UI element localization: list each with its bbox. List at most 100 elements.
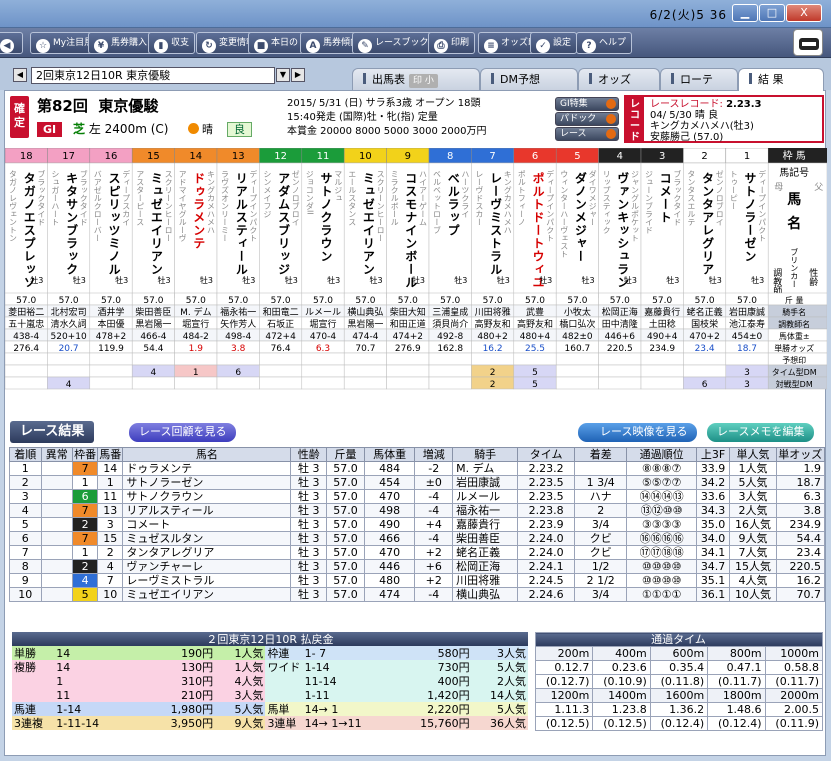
paddock-button[interactable]: パドック	[555, 112, 619, 126]
yosou-cell[interactable]	[131, 352, 175, 366]
tab-2[interactable]: オッズ	[578, 68, 660, 90]
maximize-button[interactable]: □	[759, 4, 785, 22]
results-header[interactable]: 上3F	[695, 447, 731, 462]
sire-name: ブラックタイド	[79, 169, 88, 226]
row-label-trainer_lbl: 調教師名	[778, 319, 810, 329]
race-video-button[interactable]: レース	[555, 127, 619, 141]
table-row[interactable]: 9 4 7 レーヴミストラル牡 3 57.0 480 +2 川田将雅 2.24.5 2 1/2 ⑩⑩…	[9, 573, 826, 588]
horse-name[interactable]: サトノラーゼン	[743, 172, 757, 263]
horse-name[interactable]: ベルラップ	[446, 172, 460, 237]
payout-row: 11 210円 3人気 1-11 1,420円 14人気	[12, 688, 528, 702]
horse-name[interactable]: ポルトドートウィユ	[531, 171, 545, 289]
table-row[interactable]: 4 7 13 リアルスティール牡 3 57.0 498 -4 福永祐一 2.23.8 2 ⑬⑫⑩⑩ 3…	[9, 503, 826, 518]
table-row[interactable]: 1 7 14 ドゥラメンテ牡 3 57.0 484 -2 M. デム 2.23.2 ⑧⑧⑧⑦ 33.…	[9, 461, 826, 476]
entry-bw: 478+2	[96, 332, 126, 342]
toolbar-back-button[interactable]: ◀	[0, 32, 23, 54]
tab-3[interactable]: ローテ	[660, 68, 738, 90]
table-row[interactable]: 6 7 15 ミュゼスルタン牡 3 57.0 466 -4 柴田善臣 2.24.0 クビ ⑯⑯⑯⑯ 3…	[9, 531, 826, 546]
yosou-cell[interactable]	[5, 352, 48, 366]
table-row[interactable]: 8 2 4 ヴァンチャーレ牡 3 57.0 446 +6 松岡正海 2.24.1 1/2 ⑩⑩⑩⑩ 3…	[9, 559, 826, 574]
yosou-cell[interactable]	[301, 352, 345, 366]
table-row[interactable]: 10 5 10 ミュゼエイリアン牡 3 57.0 474 -4 横山典弘 2.24.6 3/4 ①①…	[9, 587, 826, 602]
tab-4[interactable]: 結 果	[738, 68, 824, 91]
yosou-cell[interactable]	[174, 352, 218, 366]
toolbar-help-button[interactable]: ? ヘルプ	[576, 32, 633, 54]
results-header[interactable]: 馬名	[122, 447, 292, 462]
table-row[interactable]: 5 2 3 コメート牡 3 57.0 490 +4 嘉藤貴行 2.23.9 3/4 ③③③③ 35.0…	[9, 517, 826, 532]
toolbar-settings-button[interactable]: ✓ 設定	[530, 32, 578, 54]
tab-0[interactable]: 出馬表印 小	[352, 68, 480, 90]
result-margin: 2 1/2	[573, 573, 628, 588]
mascot-icon[interactable]	[793, 29, 823, 56]
horse-name[interactable]: コスモナインボール	[404, 172, 418, 289]
yosou-cell[interactable]	[725, 352, 769, 366]
results-header[interactable]: 枠番	[71, 447, 99, 462]
horse-name[interactable]: コメート	[658, 172, 672, 224]
results-header[interactable]: 着順	[9, 447, 42, 462]
prev-race-arrow-icon[interactable]: ◀	[13, 68, 27, 82]
yosou-cell[interactable]	[259, 352, 303, 366]
yosou-cell[interactable]	[598, 352, 642, 366]
results-header[interactable]: 馬体重	[363, 447, 416, 462]
horse-name[interactable]: タンタアレグリア	[701, 172, 715, 276]
close-button[interactable]: X	[786, 4, 822, 22]
toolbar-baken-kounyuu-button[interactable]: ¥ 馬券購入	[88, 32, 154, 54]
entry-odds: 76.4	[271, 344, 291, 354]
horse-name[interactable]: ダノンメジャー	[573, 171, 587, 263]
horse-name[interactable]: タガノエスプレッソ	[22, 172, 36, 289]
results-header[interactable]: 単オッズ	[775, 447, 826, 462]
results-header[interactable]: 異常	[40, 447, 73, 462]
yosou-cell[interactable]	[428, 352, 472, 366]
horse-name[interactable]: レーヴミストラル	[489, 172, 503, 276]
yosou-cell[interactable]	[216, 352, 260, 366]
horse-name[interactable]: リアルスティール	[234, 172, 248, 276]
entry-trainer: 田中清隆	[602, 318, 638, 330]
toolbar-honjitsu-button[interactable]: ■ 本日の	[248, 32, 305, 54]
horse-name[interactable]: スピリッツミノル	[107, 172, 121, 276]
race-dropdown-icon[interactable]: ▼	[276, 68, 290, 82]
back-icon: ◀	[0, 39, 14, 53]
sire-name: スクリーンヒーロー	[376, 170, 385, 242]
yosou-cell[interactable]	[683, 352, 727, 366]
g1-feature-button[interactable]: GI特集	[555, 97, 619, 111]
horse-name[interactable]: サトノクラウン	[319, 172, 333, 263]
next-race-arrow-icon[interactable]: ▶	[291, 68, 305, 82]
toolbar-print-button[interactable]: ⎙ 印刷	[428, 32, 476, 54]
minimize-button[interactable]: ▁	[732, 4, 758, 22]
race-memo-button[interactable]: レースメモを編集	[707, 423, 815, 442]
results-header[interactable]: 斤量	[326, 447, 365, 462]
race-video-link-button[interactable]: レース映像を見る	[578, 423, 698, 442]
horse-name[interactable]: ミュゼエイリアン	[149, 172, 163, 276]
results-header[interactable]: 単人気	[729, 447, 777, 462]
table-row[interactable]: 7 1 2 タンタアレグリア牡 3 57.0 470 +2 蛯名正義 2.24.0 クビ ⑰⑰⑱⑱ 3…	[9, 545, 826, 560]
horse-number: 18	[20, 151, 33, 162]
table-row[interactable]: 3 6 11 サトノクラウン牡 3 57.0 470 -4 ルメール 2.23.5 ハナ ⑭⑭⑭⑬ 3…	[9, 489, 826, 504]
race-select[interactable]: 2回東京12日10R 東京優駿	[31, 67, 275, 84]
replay-button[interactable]: レース回顧を見る	[129, 423, 237, 442]
results-header[interactable]: 着差	[573, 447, 628, 462]
horse-name[interactable]: ヴァンキッシュラン	[616, 171, 630, 289]
horse-name[interactable]: キタサンブラック	[65, 172, 79, 276]
entry-jockey: 酒井学	[97, 306, 124, 318]
yosou-cell[interactable]	[513, 352, 557, 366]
toolbar-shuushi-button[interactable]: ▮ 収支	[148, 32, 196, 54]
results-header[interactable]: 通過順位	[626, 447, 697, 462]
entry-jockey: 嘉藤貴行	[644, 306, 680, 318]
yosou-cell[interactable]	[47, 352, 91, 366]
yosou-cell[interactable]	[555, 352, 599, 366]
table-row[interactable]: 2 1 1 サトノラーゼン牡 3 57.0 454 ±0 岩田康誠 2.23.5 1 3/4 ⑤⑤⑦…	[9, 475, 826, 490]
yosou-cell[interactable]	[343, 352, 387, 366]
results-header[interactable]: 騎手	[452, 447, 519, 462]
yosou-cell[interactable]	[386, 352, 430, 366]
tab-1[interactable]: DM予想	[480, 68, 578, 90]
yosou-cell[interactable]	[471, 352, 515, 366]
results-header[interactable]: 馬番	[97, 447, 124, 462]
horse-name[interactable]: アダムスブリッジ	[277, 172, 291, 276]
results-header[interactable]: タイム	[517, 447, 575, 462]
horse-name[interactable]: ドゥラメンテ	[192, 172, 206, 250]
yosou-cell[interactable]	[640, 352, 684, 366]
results-header[interactable]: 性齢	[290, 447, 328, 462]
yosou-cell[interactable]	[89, 352, 133, 366]
results-header[interactable]: 増減	[414, 447, 454, 462]
horse-name[interactable]: ミュゼエイリアン	[361, 172, 375, 276]
